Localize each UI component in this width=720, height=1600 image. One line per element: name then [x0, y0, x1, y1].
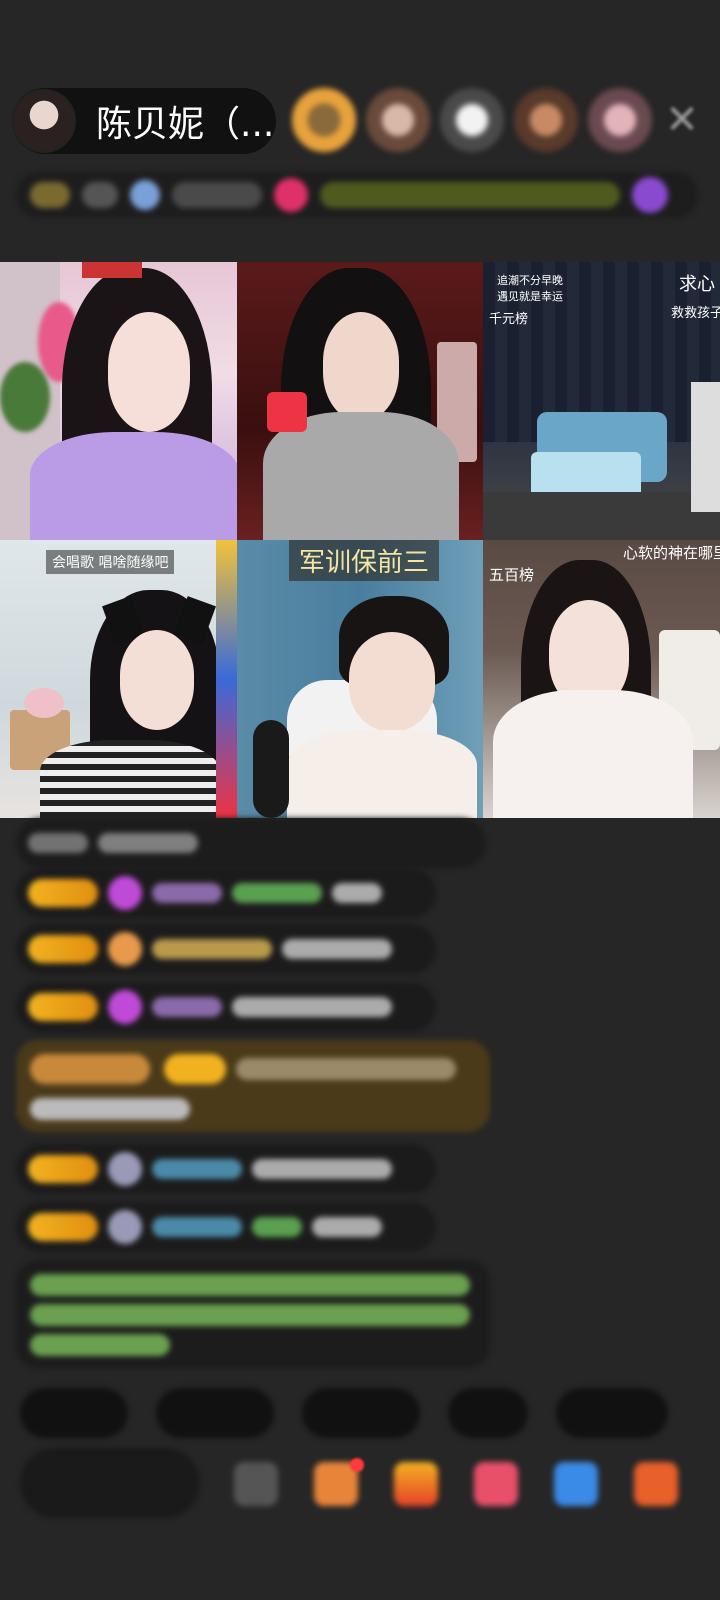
audience-avatar-row: [292, 88, 652, 152]
chat-username: [152, 997, 222, 1017]
multi-guest-video-grid: 追潮不分早晚 遇见就是幸运 千元榜 求心 救救孩子 会唱歌 唱啥随缘吧 军训保前…: [0, 262, 720, 818]
user-level-badge: [28, 935, 98, 963]
fan-badge-icon: [108, 932, 142, 966]
game-icon[interactable]: [634, 1462, 678, 1506]
gift-icon[interactable]: [474, 1462, 518, 1506]
chat-username: [252, 1217, 302, 1237]
guest-video-5[interactable]: 军训保前三: [237, 540, 483, 818]
bottom-toolbar: [20, 1428, 700, 1548]
user-level-badge: [28, 1155, 98, 1183]
notification-dot: [350, 1458, 364, 1472]
chat-text: [252, 1159, 392, 1179]
tag-icon: [274, 178, 308, 212]
chat-message[interactable]: [16, 982, 436, 1032]
chat-text: [332, 883, 382, 903]
guest-video-4[interactable]: 会唱歌 唱啥随缘吧: [0, 540, 237, 818]
audience-avatar[interactable]: [292, 88, 356, 152]
video-side-text: 心软的神在哪里: [623, 544, 720, 562]
tag-icon: [130, 180, 160, 210]
host-info-pill[interactable]: 陈贝妮（...: [12, 88, 276, 154]
tag-icon: [632, 177, 668, 213]
video-caption-line: 遇见就是幸运: [497, 290, 563, 303]
highlighted-chat-message[interactable]: [16, 1040, 490, 1132]
chat-message[interactable]: [16, 924, 436, 974]
more-icon[interactable]: [234, 1462, 278, 1506]
chat-username: [152, 1217, 242, 1237]
chat-text: [312, 1217, 382, 1237]
lottery-icon[interactable]: [394, 1462, 438, 1506]
gem-icon: [108, 876, 142, 910]
host-name: 陈贝妮（...: [96, 104, 275, 145]
guest-video-6[interactable]: 五百榜 心软的神在哪里: [483, 540, 720, 818]
user-level-badge: [28, 993, 98, 1021]
share-icon[interactable]: [554, 1462, 598, 1506]
system-notice-message: [16, 1260, 490, 1368]
gem-icon: [108, 990, 142, 1024]
chat-text: [232, 997, 392, 1017]
tag: [320, 182, 620, 208]
audience-avatar[interactable]: [366, 88, 430, 152]
chat-username: [152, 883, 222, 903]
guest-video-2[interactable]: [237, 262, 483, 540]
room-tags-strip[interactable]: [16, 172, 698, 218]
fan-badge-icon: [108, 1210, 142, 1244]
tag: [172, 182, 262, 208]
chat-text: [28, 833, 88, 853]
video-title-banner: 军训保前三: [289, 540, 440, 581]
fan-badge-icon: [108, 1152, 142, 1186]
audience-avatar[interactable]: [588, 88, 652, 152]
audience-avatar[interactable]: [440, 88, 504, 152]
guest-video-1[interactable]: [0, 262, 237, 540]
guest-video-3[interactable]: 追潮不分早晚 遇见就是幸运 千元榜 求心 救救孩子: [483, 262, 720, 540]
audience-avatar[interactable]: [514, 88, 578, 152]
close-icon[interactable]: ✕: [662, 100, 702, 140]
user-level-badge: [28, 879, 98, 907]
video-caption-line: 五百榜: [489, 566, 535, 584]
chat-message[interactable]: [16, 868, 436, 918]
video-side-text: 求心: [679, 274, 715, 295]
chat-username: [152, 1159, 242, 1179]
chat-message[interactable]: [16, 1144, 436, 1194]
chat-text: [282, 939, 392, 959]
chat-text: [98, 833, 198, 853]
tag: [82, 182, 118, 208]
comment-input[interactable]: [20, 1448, 200, 1518]
user-level-badge: [28, 1213, 98, 1241]
chat-username: [232, 883, 322, 903]
live-room-screen: 陈贝妮（... ✕ 追潮不分早晚 遇见就是幸运 千元榜 求心 救救孩子 会唱歌 …: [0, 0, 720, 1600]
video-side-text: 救救孩子: [671, 306, 720, 321]
rank-tag: [30, 182, 70, 208]
host-avatar[interactable]: [12, 89, 76, 153]
video-caption: 会唱歌 唱啥随缘吧: [46, 550, 175, 574]
chat-username: [152, 939, 272, 959]
chat-message[interactable]: [16, 818, 486, 868]
chat-message[interactable]: [16, 1202, 436, 1252]
video-caption-line: 千元榜: [489, 312, 529, 327]
